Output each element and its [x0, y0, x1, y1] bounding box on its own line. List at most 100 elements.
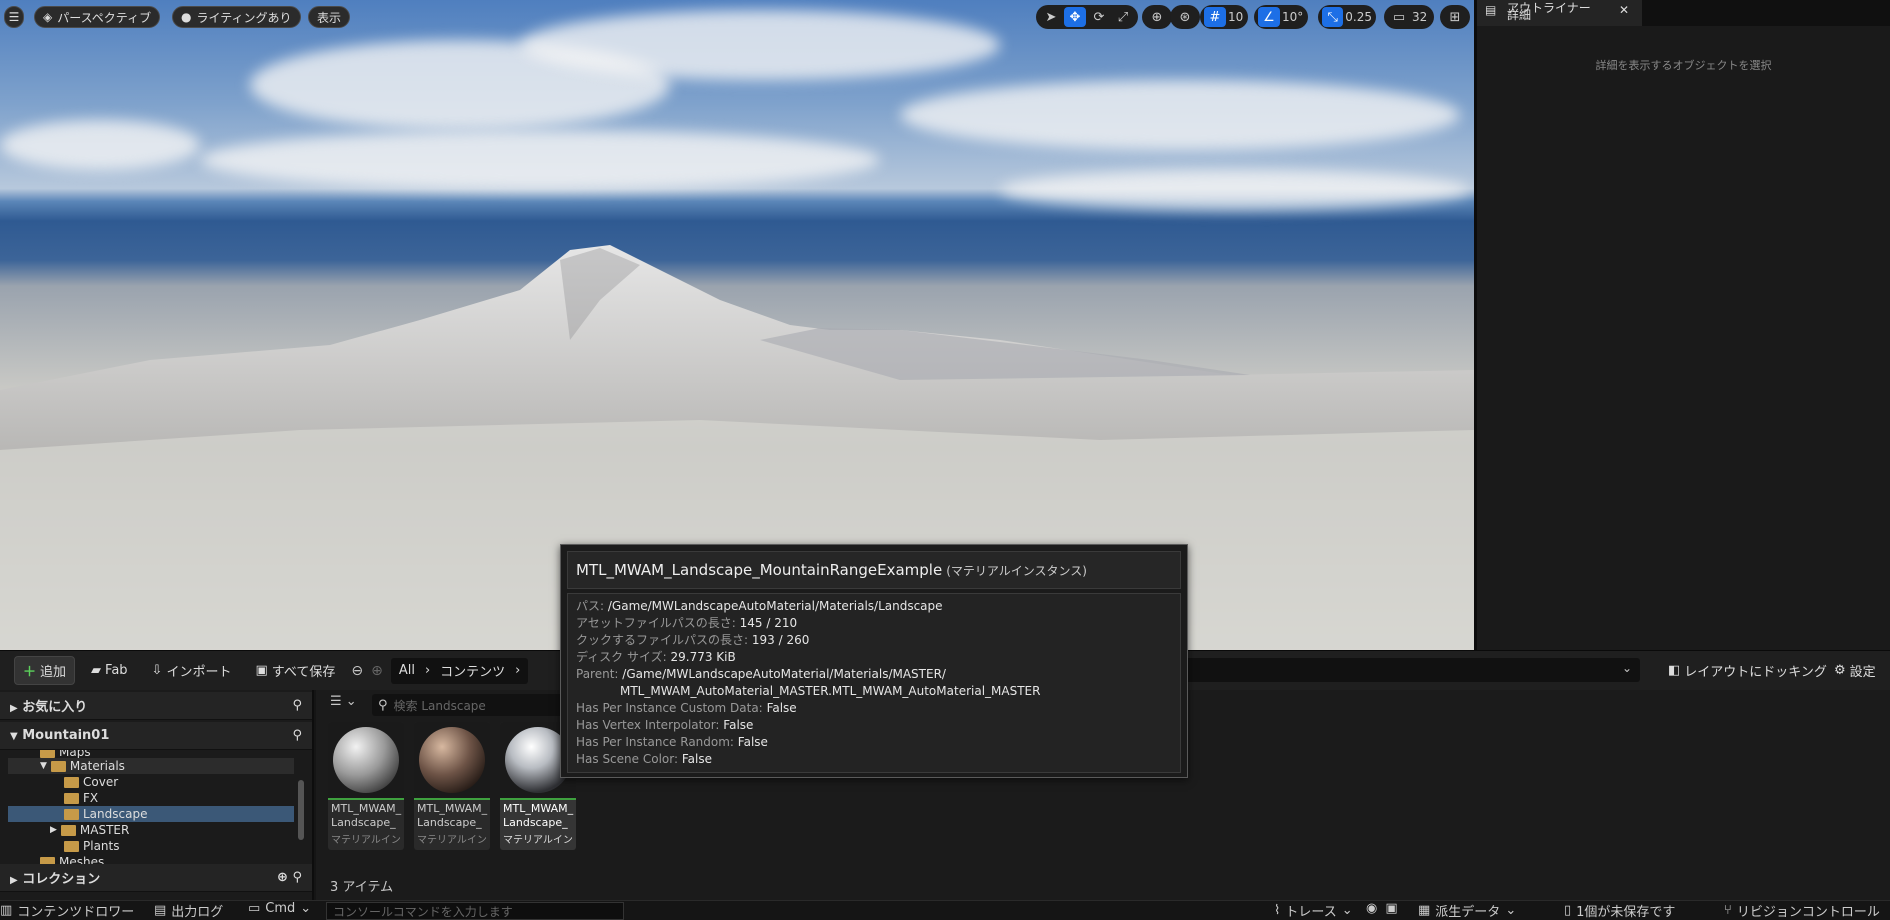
tree-item-plants[interactable]: Plants	[64, 838, 120, 854]
project-section[interactable]: ▼ Mountain01 ⚲	[0, 722, 312, 750]
close-tab-icon[interactable]: ✕	[1619, 4, 1629, 16]
move-icon[interactable]: ✥	[1064, 7, 1086, 27]
collections-section[interactable]: ▶ コレクション ⊕ ⚲	[0, 864, 312, 892]
breadcrumb-all[interactable]: All	[399, 663, 415, 678]
search-icon[interactable]: ⚲	[292, 728, 302, 743]
tree-item-landscape[interactable]: Landscape	[8, 806, 294, 822]
cmd-selector[interactable]: ▭ Cmd ⌄	[248, 901, 311, 916]
record-icon[interactable]: ◉	[1366, 901, 1377, 916]
path-label: パス:	[576, 599, 605, 613]
asset-tile[interactable]: MTL_MWAM_ Landscape_ マテリアルインス...	[328, 722, 404, 850]
search-placeholder: 検索 Landscape	[393, 698, 486, 713]
show-menu-button[interactable]: 表示	[308, 6, 351, 28]
plus-icon: ＋	[23, 665, 37, 680]
breadcrumb-content[interactable]: コンテンツ	[440, 661, 505, 680]
favorites-section[interactable]: ▶ お気に入り ⚲	[0, 692, 312, 720]
folder-icon	[64, 776, 79, 788]
derived-data-icon: ▦	[1418, 903, 1431, 918]
camera-speed-control[interactable]: ▭ 32	[1384, 5, 1434, 29]
custom-data-value: False	[766, 701, 797, 715]
rotate-icon[interactable]: ⟳	[1088, 7, 1110, 27]
trace-icon: ⌇	[1274, 903, 1281, 918]
unsaved-button[interactable]: ▯ 1個が未保存です	[1564, 901, 1675, 920]
globe-icon: ⊕	[1151, 9, 1163, 25]
project-label: Mountain01	[22, 728, 110, 743]
parent-value-line1: /Game/MWLandscapeAutoMaterial/Materials/…	[622, 667, 946, 681]
search-icon[interactable]: ⚲	[292, 870, 302, 885]
parent-label: Parent:	[576, 667, 619, 681]
hamburger-icon: ☰	[8, 10, 20, 24]
status-icons: ◉ ▣	[1366, 901, 1398, 916]
settings-button[interactable]: ⚙ 設定	[1826, 657, 1884, 684]
tree-item-fx[interactable]: FX	[64, 790, 98, 806]
tree-item-materials[interactable]: ▼ Materials	[8, 758, 294, 774]
perspective-button[interactable]: ◈ パースペクティブ	[34, 6, 161, 28]
trace-button[interactable]: ⌇ トレース ⌄	[1274, 901, 1353, 920]
scale-snap-control[interactable]: ⤡ 0.25	[1318, 5, 1376, 29]
disk-label: ディスク サイズ:	[576, 650, 667, 664]
derived-data-label: 派生データ	[1435, 905, 1501, 920]
asset-name-line1: MTL_MWAM_	[417, 802, 488, 815]
tooltip-asset-type: (マテリアルインスタンス)	[946, 563, 1087, 578]
tree-item-master[interactable]: ▶ MASTER	[50, 822, 129, 838]
asset-type: マテリアルインス...	[331, 835, 401, 846]
select-arrow-icon[interactable]: ➤	[1040, 7, 1062, 27]
content-drawer-button[interactable]: ▥ コンテンツドロワー	[0, 901, 134, 920]
asset-type: マテリアルインス...	[503, 835, 573, 846]
asset-name-line2: Landscape_	[417, 816, 482, 829]
tree-item-cover[interactable]: Cover	[64, 774, 118, 790]
fab-button[interactable]: ▰ Fab	[83, 659, 136, 682]
path-field[interactable]: ⌄	[1184, 658, 1640, 682]
asset-tooltip: MTL_MWAM_Landscape_MountainRangeExample …	[560, 544, 1188, 778]
tooltip-asset-len-row: アセットファイルパスの長さ: 145 / 210	[576, 615, 1172, 632]
tree-item-label: Materials	[69, 759, 125, 773]
sphere-icon: ●	[181, 10, 192, 24]
angle-icon: ∠	[1258, 7, 1280, 27]
tree-scrollbar[interactable]	[298, 780, 304, 840]
scale-icon[interactable]: ⤢	[1112, 7, 1134, 27]
scene-color-value: False	[681, 752, 712, 766]
viewport-menu-button[interactable]: ☰	[4, 6, 24, 28]
surface-snap-toggle[interactable]: ⊛	[1170, 5, 1200, 29]
derived-data-button[interactable]: ▦ 派生データ ⌄	[1418, 901, 1516, 920]
filter-button[interactable]: ☰ ⌄	[330, 694, 357, 709]
tooltip-header: MTL_MWAM_Landscape_MountainRangeExample …	[567, 551, 1181, 589]
asset-tile[interactable]: MTL_MWAM_ Landscape_ マテリアルインス...	[414, 722, 490, 850]
search-input[interactable]: ⚲ 検索 Landscape	[372, 694, 572, 716]
console-input[interactable]: コンソールコマンドを入力します	[326, 902, 624, 920]
revision-control-button[interactable]: ⑂ リビジョンコントロール	[1724, 901, 1880, 920]
folder-icon	[40, 750, 55, 758]
unsaved-file-icon: ▯	[1564, 903, 1572, 918]
tooltip-scene-color-row: Has Scene Color: False	[576, 751, 1172, 768]
filter-icon: ☰	[330, 694, 342, 709]
import-button[interactable]: ⇩ インポート	[144, 657, 240, 684]
save-all-label: すべて保存	[271, 665, 336, 680]
expand-down-icon: ▼	[10, 731, 18, 742]
details-empty-message: 詳細を表示するオブジェクトを選択	[1595, 59, 1772, 72]
viewport-layout-button[interactable]: ⊞	[1440, 5, 1470, 29]
forward-icon[interactable]: ⊕	[371, 663, 383, 679]
settings-label: 設定	[1849, 665, 1876, 680]
add-collection-icon[interactable]: ⊕	[277, 870, 288, 885]
rotation-snap-control[interactable]: ∠ 10°	[1254, 5, 1308, 29]
chevron-down-icon: ⌄	[300, 901, 312, 916]
world-local-toggle[interactable]: ⊕	[1142, 5, 1172, 29]
tab-details[interactable]: ▤ アウトライナー 詳細 ✕	[1477, 0, 1642, 26]
folder-icon	[60, 824, 76, 836]
back-icon[interactable]: ⊖	[351, 663, 363, 679]
add-button[interactable]: ＋ 追加	[14, 656, 76, 685]
asset-type: マテリアルインス...	[417, 835, 487, 846]
grid-snap-control[interactable]: # 10	[1200, 5, 1248, 29]
snapshot-icon[interactable]: ▣	[1385, 901, 1397, 916]
details-tab-bar: ▤ アウトライナー 詳細 ✕	[1477, 0, 1890, 26]
parent-value-line2: MTL_MWAM_AutoMaterial_MASTER.MTL_MWAM_Au…	[620, 684, 1041, 698]
output-log-button[interactable]: ▤ 出力ログ	[154, 901, 223, 920]
collections-label: コレクション	[22, 872, 101, 887]
search-icon[interactable]: ⚲	[292, 698, 302, 713]
lighting-mode-button[interactable]: ● ライティングあり	[172, 6, 301, 28]
dock-layout-button[interactable]: ◧ レイアウトにドッキング	[1660, 657, 1835, 684]
path-value: /Game/MWLandscapeAutoMaterial/Materials/…	[607, 599, 943, 613]
folder-tree: Maps ▼ Materials Cover FX Landscape ▶ MAST…	[0, 750, 314, 870]
save-all-button[interactable]: ▣ すべて保存	[247, 657, 343, 684]
tree-item-label: Cover	[83, 775, 119, 789]
